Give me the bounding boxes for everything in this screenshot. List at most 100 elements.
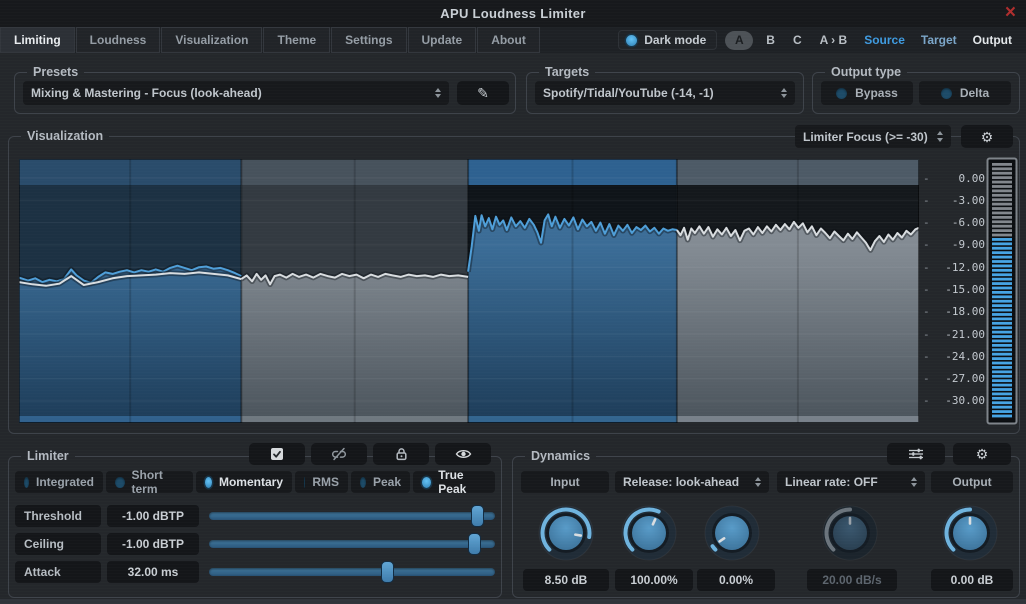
limiter-link-button[interactable] [311,443,367,465]
updown-arrows-icon [911,477,917,488]
dynamics-group-label: Dynamics [525,449,596,463]
limiter-lock-button[interactable] [373,443,429,465]
metric-true-peak[interactable]: True Peak [413,471,495,493]
view-source-button[interactable]: Source [860,33,909,47]
metric-label: Integrated [36,475,94,489]
limiter-group-label: Limiter [21,449,75,463]
metric-label: Peak [373,475,401,489]
y-axis-tick: --6.00 [921,216,985,230]
y-axis-tick: --12.00 [921,260,985,274]
y-axis-tick: --3.00 [921,193,985,207]
tab-visualization[interactable]: Visualization [161,27,262,53]
threshold-slider[interactable] [209,505,495,527]
top-controls: Dark mode A B C A › B Source Target Outp… [618,27,1026,53]
bypass-radio-icon [836,88,847,99]
radio-icon [205,477,212,488]
visualization-settings-button[interactable]: ⚙ [961,125,1013,148]
view-target-button[interactable]: Target [917,33,961,47]
target-select-value: Spotify/Tidal/YouTube (-14, -1) [543,86,714,100]
ceiling-value[interactable]: -1.00 dBTP [107,533,199,555]
release-amount-value[interactable]: 100.00% [615,569,693,591]
ceiling-label: Ceiling [15,533,101,555]
y-axis-tick: --30.00 [921,394,985,408]
ab-copy-button[interactable]: A › B [815,33,853,47]
linear-rate-value[interactable]: 20.00 dB/s [807,569,897,591]
metric-peak[interactable]: Peak [351,471,410,493]
slider-handle[interactable] [468,533,481,555]
output-gain-knob[interactable] [938,501,1002,565]
radio-icon [304,477,305,488]
plugin-window: APU Loudness Limiter × Limiting Loudness… [0,0,1026,604]
threshold-value[interactable]: -1.00 dBTP [107,505,199,527]
y-axis-tick: -0.00 [921,171,985,185]
output-level-meter [986,157,1018,425]
target-select[interactable]: Spotify/Tidal/YouTube (-14, -1) [535,81,795,105]
limiter-enable-button[interactable] [249,443,305,465]
ceiling-slider[interactable] [209,533,495,555]
y-axis-tick: --15.00 [921,282,985,296]
visualization-group-label: Visualization [21,129,109,143]
metric-momentary[interactable]: Momentary [196,471,292,493]
release-character-value[interactable]: 0.00% [697,569,775,591]
radio-icon [24,477,29,488]
gear-icon: ⚙ [976,447,989,461]
release-character-knob[interactable] [700,501,764,565]
output-gain-value[interactable]: 0.00 dB [931,569,1013,591]
delta-label: Delta [960,86,989,100]
y-axis-tick: --18.00 [921,305,985,319]
ab-slot-c-button[interactable]: C [788,33,807,47]
slider-track [209,540,495,548]
slider-handle[interactable] [471,505,484,527]
dark-mode-toggle[interactable]: Dark mode [618,30,717,50]
attack-slider[interactable] [209,561,495,583]
preset-edit-button[interactable]: ✎ [457,81,509,105]
tab-update[interactable]: Update [408,27,477,53]
sliders-icon [908,448,924,460]
delta-toggle[interactable]: Delta [919,81,1011,105]
linear-rate-value: Linear rate: OFF [785,475,878,489]
linear-rate-select[interactable]: Linear rate: OFF [777,471,925,493]
tab-loudness[interactable]: Loudness [76,27,161,53]
radio-icon [115,477,125,488]
tab-limiting[interactable]: Limiting [0,27,75,53]
metric-rms[interactable]: RMS [295,471,348,493]
dynamics-settings-button[interactable]: ⚙ [953,443,1011,465]
title-bar: APU Loudness Limiter × [0,0,1026,27]
dark-mode-radio-icon [626,35,637,46]
preset-select[interactable]: Mixing & Mastering - Focus (look-ahead) [23,81,449,105]
input-section-button[interactable]: Input [521,471,609,493]
attack-value[interactable]: 32.00 ms [107,561,199,583]
close-icon[interactable]: × [1005,0,1016,26]
release-mode-select[interactable]: Release: look-ahead [615,471,769,493]
output-section-button[interactable]: Output [931,471,1013,493]
slider-handle[interactable] [381,561,394,583]
input-gain-value[interactable]: 8.50 dB [523,569,609,591]
radio-icon [360,477,366,488]
tab-bar: Limiting Loudness Visualization Theme Se… [0,27,1026,53]
bypass-toggle[interactable]: Bypass [821,81,913,105]
linear-rate-knob[interactable] [818,501,882,565]
limiter-focus-select[interactable]: Limiter Focus (>= -30) [795,125,951,148]
bypass-label: Bypass [855,86,898,100]
loudness-history-chart [19,159,919,423]
output-type-group: Output type Bypass Delta [812,72,1020,114]
dynamics-group: Dynamics ⚙ Input Release: look-ahead Lin… [512,456,1020,598]
limiter-visibility-button[interactable] [435,443,491,465]
ab-slot-a-button[interactable]: A [725,31,753,50]
metric-integrated[interactable]: Integrated [15,471,103,493]
output-type-group-label: Output type [825,65,907,79]
tab-theme[interactable]: Theme [263,27,330,53]
metric-label: True Peak [438,468,486,496]
release-amount-knob[interactable] [617,501,681,565]
dynamics-mixer-button[interactable] [887,443,945,465]
targets-group-label: Targets [539,65,595,79]
eye-icon [455,448,472,460]
tab-settings[interactable]: Settings [331,27,406,53]
tab-about[interactable]: About [477,27,540,53]
metric-short-term[interactable]: Short term [106,471,193,493]
ab-slot-b-button[interactable]: B [761,33,780,47]
window-title: APU Loudness Limiter [0,0,1026,27]
view-output-button[interactable]: Output [969,33,1016,47]
link-off-icon [331,447,347,461]
input-gain-knob[interactable] [534,501,598,565]
